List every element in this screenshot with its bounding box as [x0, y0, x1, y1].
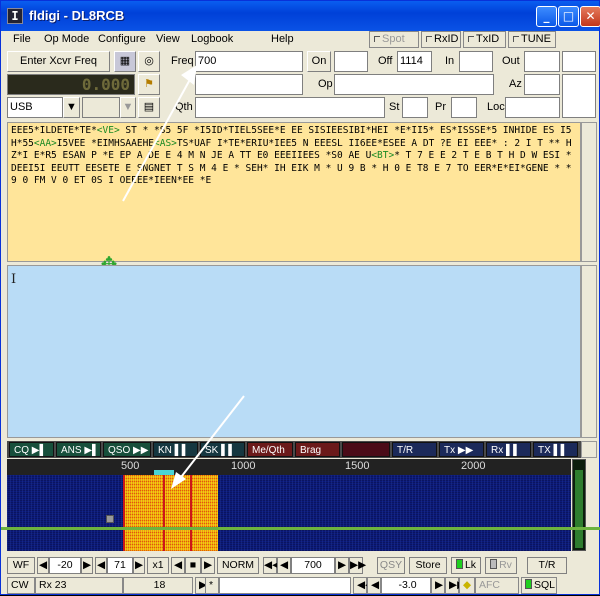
arrow-to-waterfall: [177, 395, 245, 482]
arrow-to-freq-field: [122, 73, 194, 202]
annotation-arrows: [122, 65, 245, 489]
main-window: I fldigi - DL8RCB _ □ ✕ File Op Mode Con…: [0, 0, 600, 595]
